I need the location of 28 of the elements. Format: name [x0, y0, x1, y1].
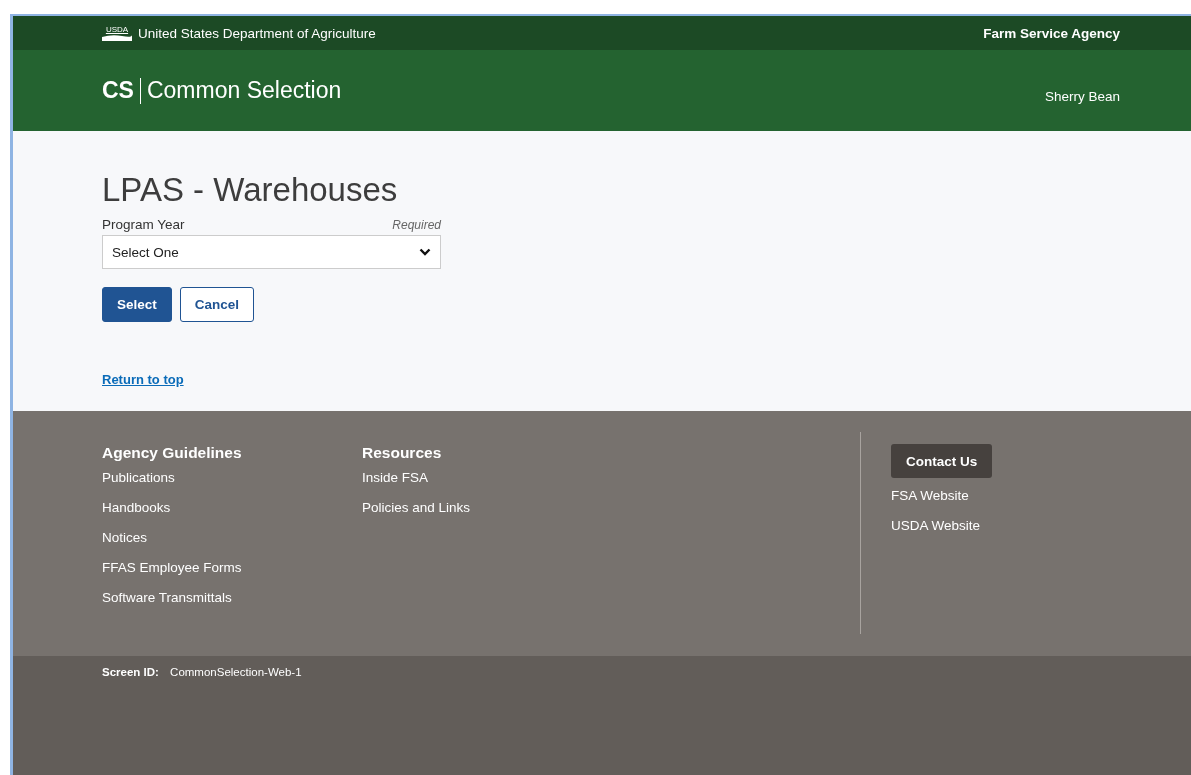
cancel-button[interactable]: Cancel [179, 287, 255, 322]
field-label: Program Year [102, 217, 185, 232]
footer-link[interactable]: Inside FSA [362, 470, 429, 486]
app-code: CS [102, 77, 134, 104]
footer-heading: Resources [362, 444, 443, 462]
chevron-down-icon [419, 248, 431, 256]
page-title: LPAS - Warehouses [102, 171, 399, 209]
program-year-dropdown[interactable]: Select One [102, 235, 441, 269]
agency-name: Farm Service Agency [983, 25, 1120, 41]
footer-link[interactable]: FFAS Employee Forms [102, 560, 242, 576]
footer-link[interactable]: Notices [102, 530, 147, 546]
app-name: Common Selection [146, 77, 342, 104]
screen-id: CommonSelection-Web-1 [170, 666, 302, 678]
required-note: Required [392, 218, 441, 232]
footer-heading: Agency Guidelines [102, 444, 243, 462]
screen-id-label: Screen ID: [102, 666, 159, 678]
select-button[interactable]: Select [102, 287, 172, 322]
footer-link[interactable]: Handbooks [102, 500, 171, 516]
usda-logo: USDA [102, 25, 132, 41]
return-to-top-link[interactable]: Return to top [102, 372, 184, 387]
contact-us-button[interactable]: Contact Us [891, 444, 993, 478]
footer-link[interactable]: Software Transmittals [102, 590, 232, 606]
footer-link[interactable]: USDA Website [891, 518, 981, 534]
footer-link[interactable]: Policies and Links [362, 500, 471, 516]
footer-link[interactable]: FSA Website [891, 488, 969, 504]
footer-link[interactable]: Publications [102, 470, 175, 486]
user-name: Sherry Bean [1044, 89, 1120, 104]
department-name: United States Department of Agriculture [138, 25, 376, 41]
